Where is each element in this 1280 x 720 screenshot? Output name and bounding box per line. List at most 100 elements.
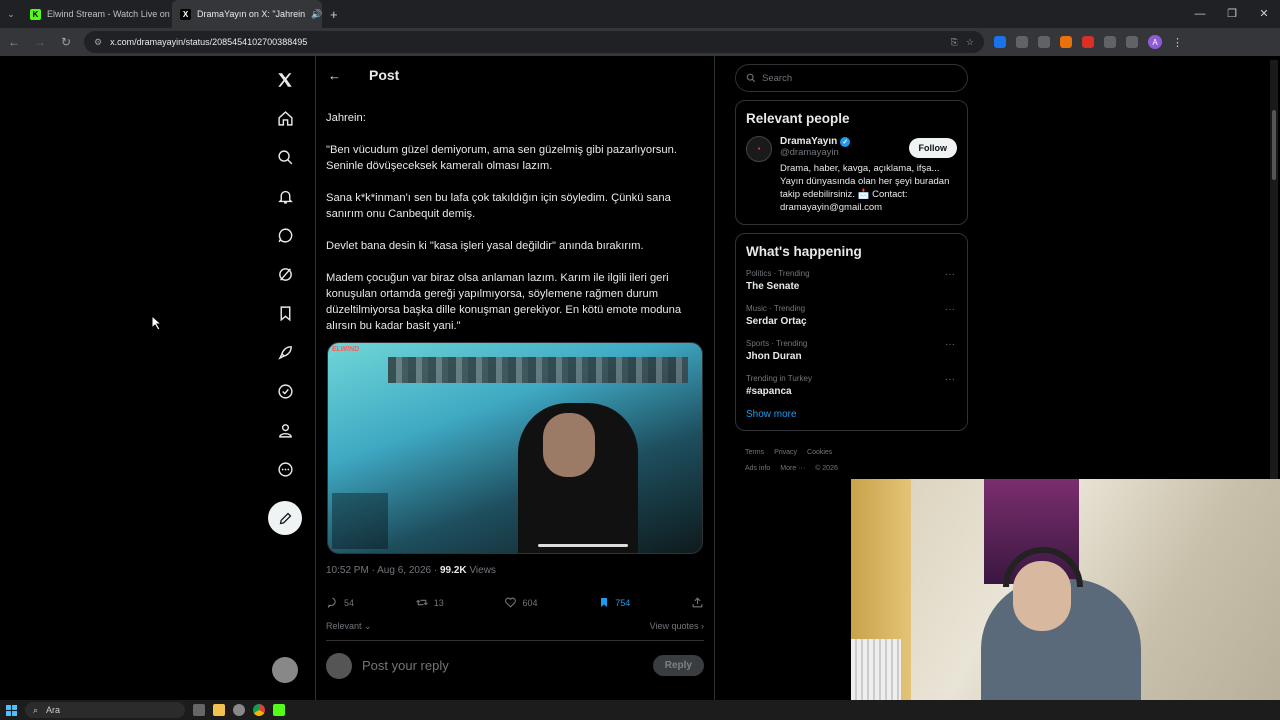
messages-chat-icon[interactable] bbox=[265, 216, 305, 255]
more-circle-icon[interactable] bbox=[265, 450, 305, 489]
chrome-icon[interactable] bbox=[253, 704, 265, 716]
share-upload-icon bbox=[692, 597, 703, 608]
browser-tab-strip: ⌄ K Elwind Stream - Watch Live on ✕ X Dr… bbox=[0, 0, 1280, 28]
trend-meta: Politics · Trending bbox=[746, 269, 810, 278]
footer-link-cookies[interactable]: Cookies bbox=[807, 449, 832, 456]
views-count: 99.2K bbox=[439, 565, 467, 576]
relevant-people-panel: Relevant people ● DramaYayın ✓ @dramayayi… bbox=[735, 100, 968, 225]
tab-elwind-stream[interactable]: K Elwind Stream - Watch Live on ✕ bbox=[22, 0, 172, 28]
reply-action[interactable]: 54 bbox=[326, 596, 354, 609]
like-action[interactable]: 604 bbox=[504, 596, 538, 609]
site-info-icon[interactable]: ⚙ bbox=[94, 37, 102, 48]
footer-link-terms[interactable]: Terms bbox=[745, 449, 764, 456]
explore-search-icon[interactable] bbox=[265, 138, 305, 177]
share-action[interactable] bbox=[691, 596, 704, 609]
view-quotes-link[interactable]: View quotes › bbox=[650, 621, 704, 632]
account-avatar[interactable] bbox=[272, 657, 298, 683]
bookmark-action[interactable]: 754 bbox=[598, 596, 630, 609]
compose-post-button[interactable] bbox=[268, 501, 302, 535]
app-icon[interactable] bbox=[233, 704, 245, 716]
more-dots-icon[interactable]: ··· bbox=[945, 374, 955, 385]
person-name[interactable]: DramaYayın bbox=[780, 136, 837, 147]
post-media-video[interactable]: ELWIND bbox=[327, 342, 703, 554]
tab-search-chevron-icon[interactable]: ⌄ bbox=[0, 9, 22, 20]
relevant-person[interactable]: ● DramaYayın ✓ @dramayayin Drama, haber, … bbox=[746, 136, 957, 214]
extension-icon[interactable] bbox=[1060, 36, 1072, 48]
show-more-link[interactable]: Show more bbox=[746, 409, 957, 420]
follow-button[interactable]: Follow bbox=[908, 138, 957, 158]
trend-name: The Senate bbox=[746, 281, 800, 292]
chevron-down-icon: ⌄ bbox=[361, 621, 372, 631]
reply-composer: Post your reply Reply bbox=[326, 640, 704, 690]
kick-app-icon[interactable] bbox=[273, 704, 285, 716]
trend-meta: Sports · Trending bbox=[746, 339, 808, 348]
extension-icon[interactable] bbox=[994, 36, 1006, 48]
trend-item[interactable]: Trending in Turkey #sapanca ··· bbox=[746, 374, 957, 397]
sort-relevant-dropdown[interactable]: Relevant ⌄ bbox=[326, 621, 372, 632]
search-input[interactable]: Search bbox=[735, 64, 968, 92]
taskbar-search[interactable]: ⌕ Ara bbox=[25, 702, 185, 718]
verified-check-icon[interactable] bbox=[265, 372, 305, 411]
close-window-icon[interactable]: ✕ bbox=[1248, 0, 1280, 28]
reload-icon[interactable]: ↻ bbox=[58, 35, 74, 49]
bookmarks-icon[interactable] bbox=[265, 294, 305, 333]
reply-button[interactable]: Reply bbox=[652, 655, 704, 676]
avatar[interactable]: ● bbox=[746, 136, 772, 162]
repost-action[interactable]: 13 bbox=[415, 596, 444, 609]
notifications-bell-icon[interactable] bbox=[265, 177, 305, 216]
post-paragraph: Devlet bana desin ki "kasa işleri yasal … bbox=[326, 240, 644, 252]
footer-link-more[interactable]: More ··· bbox=[780, 465, 805, 472]
install-app-icon[interactable]: ⎘ bbox=[951, 37, 958, 48]
new-tab-plus-icon[interactable]: + bbox=[330, 7, 338, 22]
forward-arrow-icon[interactable]: → bbox=[32, 35, 48, 49]
windows-start-icon[interactable] bbox=[6, 704, 17, 716]
post-paragraph: "Ben vücudum güzel demiyorum, ama sen gü… bbox=[326, 144, 677, 172]
extension-icon[interactable] bbox=[1082, 36, 1094, 48]
extensions-puzzle-icon[interactable] bbox=[1104, 36, 1116, 48]
reply-count: 54 bbox=[344, 597, 355, 608]
extension-icon[interactable] bbox=[1038, 36, 1050, 48]
profile-person-icon[interactable] bbox=[265, 411, 305, 450]
footer-link-ads[interactable]: Ads info bbox=[745, 465, 770, 472]
menu-kebab-icon[interactable]: ⋮ bbox=[1172, 36, 1183, 49]
tab-dramayayin-post[interactable]: X DramaYayın on X: "Jahrein 🔊 ✕ bbox=[172, 0, 322, 28]
url-text[interactable]: x.com/dramayayin/status/2085454102700388… bbox=[110, 37, 307, 47]
more-dots-icon[interactable]: ··· bbox=[945, 269, 955, 280]
speaker-icon[interactable]: 🔊 bbox=[311, 9, 322, 20]
minimize-icon[interactable]: — bbox=[1184, 0, 1216, 28]
scrollbar-thumb[interactable] bbox=[1272, 110, 1276, 180]
restore-icon[interactable]: ❐ bbox=[1216, 0, 1248, 28]
task-view-icon[interactable] bbox=[193, 704, 205, 716]
windows-taskbar: ⌕ Ara bbox=[0, 700, 1280, 720]
page-title: Post bbox=[369, 67, 400, 83]
back-arrow-icon[interactable]: ← bbox=[328, 68, 341, 83]
bookmark-star-icon[interactable]: ☆ bbox=[966, 37, 974, 48]
file-explorer-icon[interactable] bbox=[213, 704, 225, 716]
back-arrow-icon[interactable]: ← bbox=[6, 35, 22, 49]
trend-item[interactable]: Politics · Trending The Senate ··· bbox=[746, 269, 957, 292]
trend-item[interactable]: Sports · Trending Jhon Duran ··· bbox=[746, 339, 957, 362]
more-dots-icon[interactable]: ··· bbox=[945, 339, 955, 350]
x-left-nav bbox=[265, 60, 305, 535]
rocket-jobs-icon[interactable] bbox=[265, 333, 305, 372]
radiator bbox=[851, 639, 901, 700]
trend-item[interactable]: Music · Trending Serdar Ortaç ··· bbox=[746, 304, 957, 327]
more-dots-icon[interactable]: ··· bbox=[945, 304, 955, 315]
url-omnibox[interactable]: ⚙ x.com/dramayayin/status/20854541027003… bbox=[84, 31, 984, 53]
post-time[interactable]: 10:52 PM · Aug 6, 2026 bbox=[326, 565, 431, 576]
home-icon[interactable] bbox=[265, 99, 305, 138]
reply-input[interactable]: Post your reply bbox=[362, 658, 643, 673]
mouse-cursor-icon bbox=[151, 315, 163, 331]
search-placeholder: Search bbox=[762, 72, 793, 84]
tab-label: Elwind Stream - Watch Live on bbox=[47, 9, 170, 19]
extension-icon[interactable] bbox=[1016, 36, 1028, 48]
grok-icon[interactable] bbox=[265, 255, 305, 294]
video-progress-bar[interactable] bbox=[538, 544, 628, 547]
post-body: Jahrein: "Ben vücudum güzel demiyorum, a… bbox=[316, 110, 714, 334]
media-control-icon[interactable] bbox=[1126, 36, 1138, 48]
chat-overlay bbox=[332, 493, 388, 549]
profile-avatar[interactable]: A bbox=[1148, 35, 1162, 49]
sort-label: Relevant bbox=[326, 621, 362, 631]
footer-link-privacy[interactable]: Privacy bbox=[774, 449, 797, 456]
x-logo-icon[interactable] bbox=[265, 60, 305, 99]
